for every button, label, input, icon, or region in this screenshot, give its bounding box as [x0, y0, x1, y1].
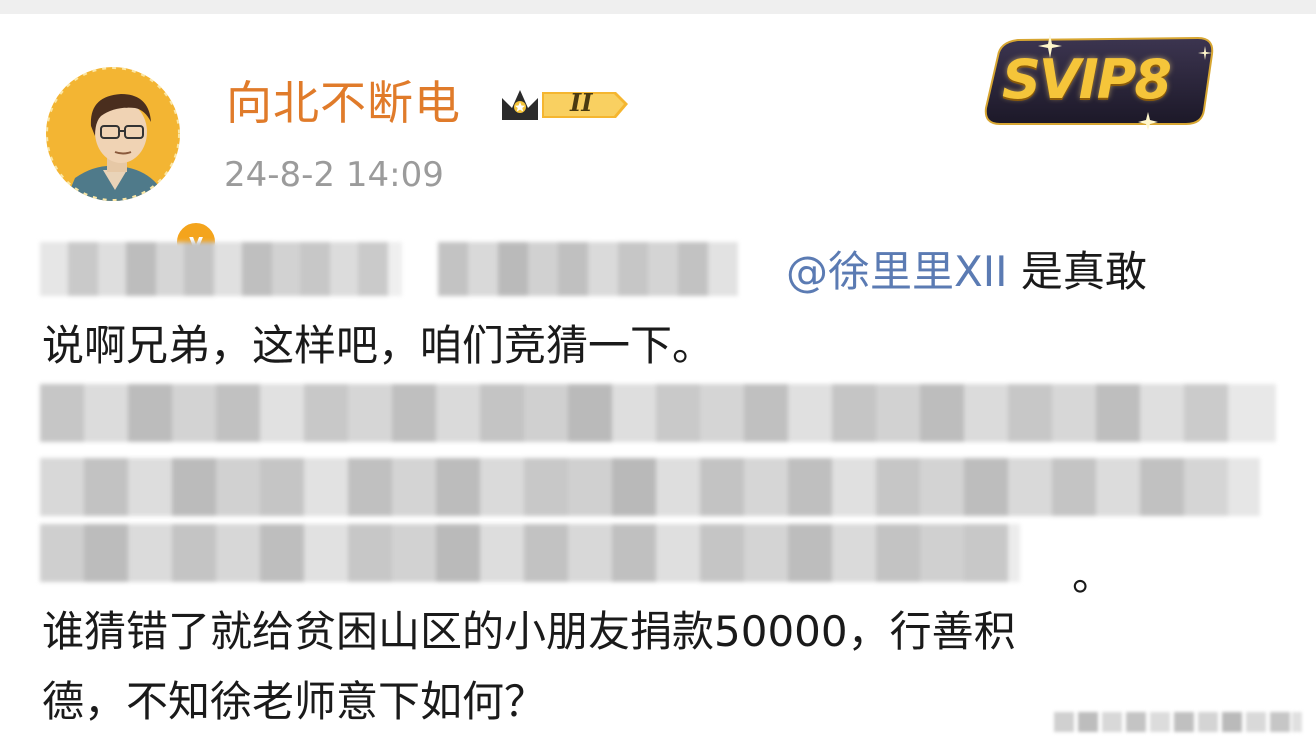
redacted-text-line1a: [40, 242, 402, 296]
redacted-text-line5: [40, 524, 1064, 582]
top-strip: [0, 0, 1316, 14]
redacted-text-line3: [40, 384, 1276, 442]
watermark: [1054, 708, 1304, 736]
user-avatar[interactable]: v: [45, 66, 219, 265]
redacted-text-line1b: [438, 242, 738, 296]
mention-link[interactable]: @徐里里XII: [786, 247, 1008, 296]
watermark-icon: [1054, 712, 1302, 732]
post-line-1: @徐里里XII 是真敢: [786, 244, 1147, 300]
line1-text: 是真敢: [1007, 247, 1147, 296]
redacted-line-end: 。: [1072, 551, 1115, 600]
post-line-6: 谁猜错了就给贫困山区的小朋友捐款50000，行善积: [42, 607, 1016, 656]
avatar-icon: [46, 67, 180, 201]
svip-badge: SVIP8: [978, 34, 1218, 130]
member-level-badge[interactable]: II: [498, 80, 630, 126]
post-timestamp[interactable]: 24-8-2 14:09: [224, 153, 444, 197]
svip-label: SVIP8: [1002, 48, 1172, 111]
post-line-2: 说啊兄弟，这样吧，咱们竞猜一下。: [42, 321, 715, 370]
post-line-7: 德，不知徐老师意下如何？: [42, 677, 547, 726]
member-level-text: II: [570, 88, 593, 117]
redacted-text-line4: [40, 458, 1260, 516]
weibo-post-screenshot: v 向北不断电 II 24-8-2 14:09: [0, 0, 1316, 746]
crown-badge-icon: [502, 90, 628, 120]
username[interactable]: 向北不断电: [226, 74, 461, 132]
